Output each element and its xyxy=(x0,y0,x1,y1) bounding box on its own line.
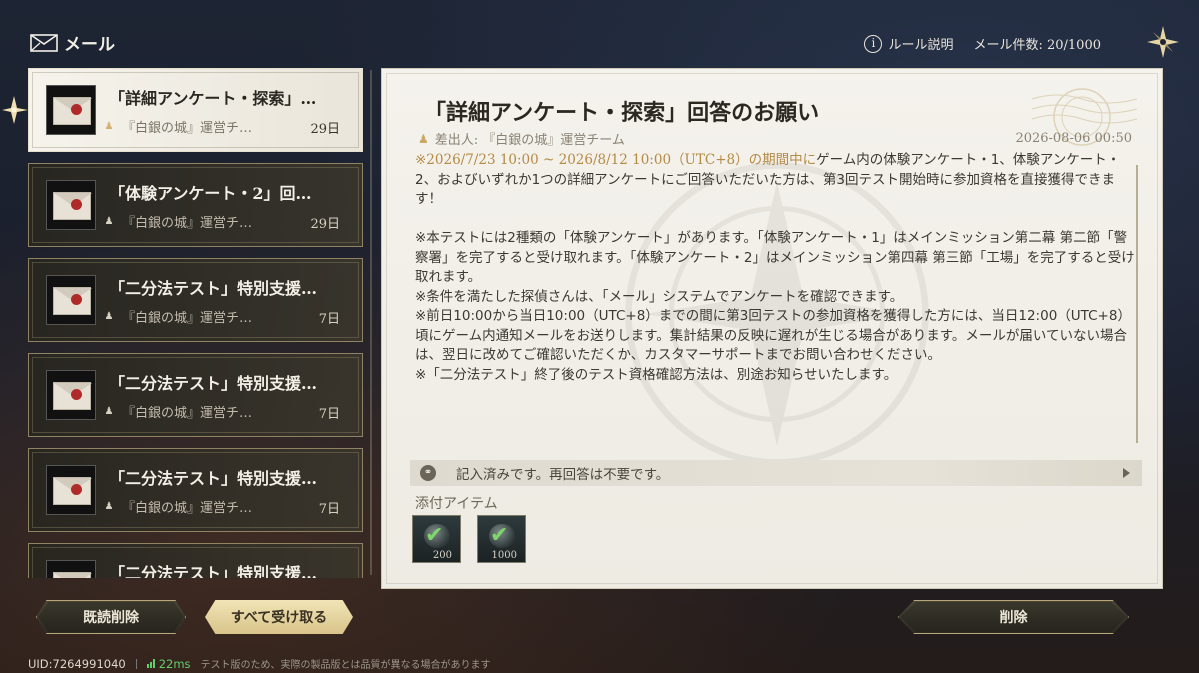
attachment-item[interactable]: ✔ 200 xyxy=(412,515,461,563)
rules-button[interactable]: i ルール説明 xyxy=(864,34,953,53)
mail-item[interactable]: 「体験アンケート・2」回… ♟ 『白銀の城』運営チ… 29日 xyxy=(28,163,363,247)
mail-item[interactable]: 「二分法テスト」特別支援… xyxy=(28,543,363,578)
envelope-icon xyxy=(46,370,96,420)
person-icon: ♟ xyxy=(104,406,114,417)
body-scrollbar[interactable] xyxy=(1136,165,1138,443)
attachments-label: 添付アイテム xyxy=(415,496,498,512)
mail-count: メール件数: 20/1000 xyxy=(973,38,1101,53)
body-paragraph: ※2026/7/23 10:00 ~ 2026/8/12 10:00（UTC+8… xyxy=(415,151,1135,210)
delete-read-label: 既読削除 xyxy=(83,610,139,626)
mail-sender: 『白銀の城』運営チ… xyxy=(122,406,253,421)
mail-subject: 「詳細アンケート・探索」回答のお願い xyxy=(424,100,820,126)
mail-title: 「二分法テスト」特別支援… xyxy=(109,469,318,488)
header-right: i ルール説明 メール件数: 20/1000 xyxy=(864,34,1101,53)
person-icon: ♟ xyxy=(418,131,429,146)
mail-title: 「二分法テスト」特別支援… xyxy=(109,374,318,393)
uid-text: UID:7264991040 xyxy=(28,656,126,671)
check-icon: ✔ xyxy=(490,523,509,548)
ping-indicator: 22ms xyxy=(146,656,191,671)
mail-header: メール xyxy=(30,30,115,55)
mail-title: 「二分法テスト」特別支援… xyxy=(109,279,318,298)
survey-status-text: 記入済みです。再回答は不要です。 xyxy=(456,467,670,483)
mail-item[interactable]: 「二分法テスト」特別支援… ♟ 『白銀の城』運営チ… 7日 xyxy=(28,448,363,532)
attachment-item[interactable]: ✔ 1000 xyxy=(477,515,526,563)
envelope-icon xyxy=(46,275,96,325)
compass-icon[interactable] xyxy=(1145,24,1181,60)
mail-detail-panel: 「詳細アンケート・探索」回答のお願い ♟ 差出人: 『白銀の城』運営チーム 20… xyxy=(381,68,1163,589)
person-icon: ♟ xyxy=(104,121,114,132)
survey-status-bar[interactable]: ⚭ 記入済みです。再回答は不要です。 xyxy=(410,460,1142,486)
body-paragraph: ※前日10:00から当日10:00（UTC+8）までの間に第3回テストの参加資格… xyxy=(415,308,1131,363)
mail-title: 「詳細アンケート・探索」… xyxy=(109,89,317,108)
body-highlight: ※2026/7/23 10:00 ~ 2026/8/12 10:00（UTC+8… xyxy=(415,152,817,168)
divider xyxy=(135,658,137,669)
mail-sender: 『白銀の城』運営チ… xyxy=(122,121,253,136)
mail-expiry: 29日 xyxy=(310,217,340,232)
delete-label: 削除 xyxy=(999,610,1028,626)
link-icon: ⚭ xyxy=(420,465,436,481)
claim-all-label: すべて受け取る xyxy=(230,610,328,626)
mail-title: 「二分法テスト」特別支援… xyxy=(109,564,318,578)
body-paragraph: ※条件を満たした探偵さんは、「メール」システムでアンケートを確認できます。 xyxy=(415,288,904,305)
page-title: メール xyxy=(64,35,115,55)
mail-item[interactable]: 「二分法テスト」特別支援… ♟ 『白銀の城』運営チ… 7日 xyxy=(28,258,363,342)
delete-read-button[interactable]: 既読削除 xyxy=(36,600,186,634)
claim-all-button[interactable]: すべて受け取る xyxy=(205,600,353,634)
rules-label: ルール説明 xyxy=(888,38,954,53)
mail-date: 2026-08-06 00:50 xyxy=(1015,131,1132,146)
attachment-qty: 200 xyxy=(432,550,452,561)
delete-button[interactable]: 削除 xyxy=(898,600,1129,634)
info-icon: i xyxy=(864,34,883,53)
chevron-right-icon xyxy=(1123,468,1130,478)
envelope-icon xyxy=(46,180,96,230)
mail-expiry: 7日 xyxy=(318,502,340,517)
mail-sender: 『白銀の城』運営チ… xyxy=(122,216,253,231)
envelope-icon xyxy=(46,465,96,515)
body-paragraph: ※「二分法テスト」終了後のテスト資格確認方法は、別途お知らせいたします。 xyxy=(415,366,898,383)
envelope-icon xyxy=(46,560,96,578)
mail-expiry: 29日 xyxy=(310,122,340,137)
signal-icon xyxy=(146,659,155,668)
mail-list[interactable]: 「詳細アンケート・探索」… ♟ 『白銀の城』運営チ… 29日 「体験アンケート・… xyxy=(26,68,366,578)
mail-expiry: 7日 xyxy=(318,312,340,327)
footer: UID:7264991040 22ms テスト版のため、実際の製品版とは品質が異… xyxy=(28,656,491,672)
envelope-icon xyxy=(46,85,96,135)
mail-sender: 『白銀の城』運営チ… xyxy=(122,311,253,326)
disclaimer-text: テスト版のため、実際の製品版とは品質が異なる場合があります xyxy=(200,660,491,671)
mail-sender-line: ♟ 差出人: 『白銀の城』運営チーム xyxy=(418,129,625,149)
mail-sender: 『白銀の城』運営チ… xyxy=(122,501,253,516)
person-icon: ♟ xyxy=(104,216,114,227)
mail-sender-text: 差出人: 『白銀の城』運営チーム xyxy=(434,133,625,148)
mail-expiry: 7日 xyxy=(318,407,340,422)
mail-body: ※2026/7/23 10:00 ~ 2026/8/12 10:00（UTC+8… xyxy=(415,151,1135,441)
body-paragraph: ※本テストには2種類の「体験アンケート」があります。「体験アンケート・1」はメイ… xyxy=(415,230,1135,285)
list-scrollbar[interactable] xyxy=(370,70,372,575)
ping-value: 22ms xyxy=(158,656,191,671)
check-icon: ✔ xyxy=(425,523,444,548)
mail-title: 「体験アンケート・2」回… xyxy=(109,184,312,203)
mail-item[interactable]: 「詳細アンケート・探索」… ♟ 『白銀の城』運営チ… 29日 xyxy=(28,68,363,152)
person-icon: ♟ xyxy=(104,311,114,322)
mail-item[interactable]: 「二分法テスト」特別支援… ♟ 『白銀の城』運営チ… 7日 xyxy=(28,353,363,437)
attachment-qty: 1000 xyxy=(491,550,517,561)
person-icon: ♟ xyxy=(104,501,114,512)
mail-icon xyxy=(30,33,58,52)
attachments: ✔ 200 ✔ 1000 xyxy=(412,515,526,563)
